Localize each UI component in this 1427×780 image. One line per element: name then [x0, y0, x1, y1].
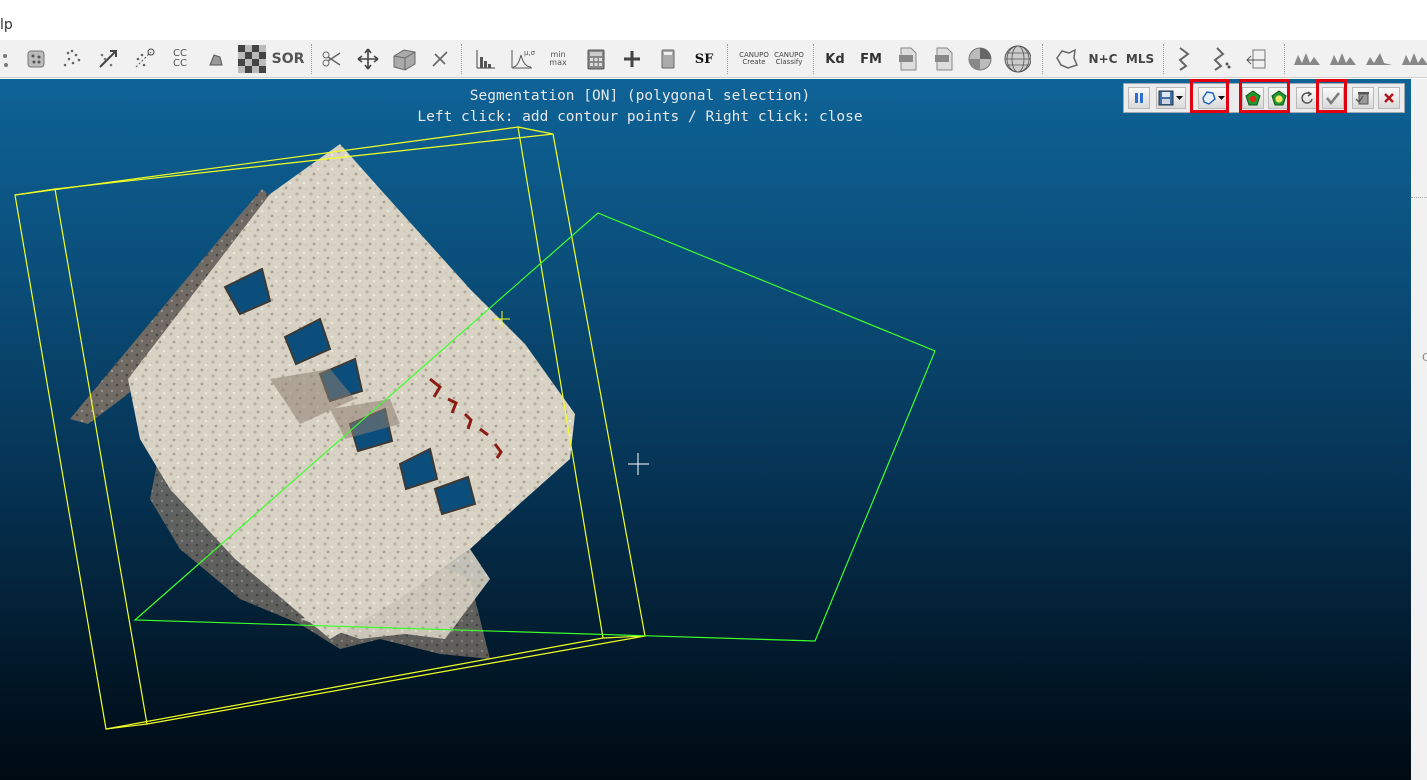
box-icon[interactable]	[390, 45, 418, 73]
mesh-tool-icon[interactable]	[202, 45, 230, 73]
calculator-icon[interactable]	[654, 45, 682, 73]
segmentation-status: Segmentation [ON] (polygonal selection)	[469, 88, 811, 104]
cancel-icon[interactable]	[1378, 87, 1400, 109]
right-panel-edge: C	[1411, 79, 1427, 780]
checkerboard-icon[interactable]	[238, 45, 266, 73]
histogram-icon[interactable]	[472, 45, 500, 73]
add-icon[interactable]	[618, 45, 646, 73]
main-toolbar: CC CC SOR μ,σ min max SF CANUPO Create C…	[0, 40, 1427, 78]
segmentation-hint: Left click: add contour points / Right c…	[417, 109, 863, 125]
export-csv-icon[interactable]	[930, 45, 958, 73]
cloud-distance-icon[interactable]	[130, 45, 158, 73]
highlight-confirm-tool	[1316, 79, 1347, 113]
view-side-icon[interactable]	[1364, 45, 1392, 73]
globe-grid-icon[interactable]	[1003, 45, 1031, 73]
subsample-icon[interactable]	[22, 45, 50, 73]
panel-divider	[1411, 197, 1427, 198]
highlight-segment-tools	[1239, 79, 1290, 113]
highlight-polygon-tool	[1190, 79, 1229, 113]
export-shp-icon[interactable]	[894, 45, 922, 73]
canupo-classify-icon[interactable]: CANUPO Classify	[772, 45, 806, 73]
toolbar-separator	[311, 44, 312, 74]
panel-edge-label: C	[1422, 351, 1427, 364]
cloud-compare-icon[interactable]: CC CC	[166, 45, 194, 73]
3d-viewport[interactable]: Segmentation [ON] (polygonal selection) …	[0, 79, 1411, 780]
kd-tree-icon[interactable]: Kd	[821, 45, 849, 73]
facet-fm-icon[interactable]: FM	[857, 45, 885, 73]
toolbar-separator	[813, 44, 814, 74]
calculator-stats-icon[interactable]	[582, 45, 610, 73]
menu-help[interactable]: lp	[0, 17, 13, 33]
menu-bar: lp	[0, 0, 1427, 40]
svg-text:μ,σ: μ,σ	[524, 49, 535, 57]
toolbar-separator	[1042, 44, 1043, 74]
slice-icon[interactable]	[1244, 45, 1272, 73]
min-max-icon[interactable]: min max	[544, 45, 572, 73]
pause-icon[interactable]	[1128, 87, 1150, 109]
scissors-icon[interactable]	[318, 45, 346, 73]
view-other-icon[interactable]	[1400, 45, 1427, 73]
toolbar-separator	[1163, 44, 1164, 74]
toolbar-separator	[727, 44, 728, 74]
scalar-field-icon[interactable]: SF	[690, 45, 718, 73]
pick-points-icon[interactable]	[426, 45, 454, 73]
translate-rotate-icon[interactable]	[354, 45, 382, 73]
sor-filter-icon[interactable]: SOR	[272, 45, 305, 73]
clone-icon[interactable]	[0, 45, 14, 73]
save-icon[interactable]	[1156, 87, 1186, 109]
building-point-cloud	[70, 144, 575, 659]
toolbar-separator	[461, 44, 462, 74]
mls-smooth-icon[interactable]: MLS	[1125, 45, 1155, 73]
profile-icon[interactable]	[1170, 45, 1198, 73]
connected-components-icon[interactable]	[1052, 45, 1080, 73]
reset-icon[interactable]	[1296, 87, 1318, 109]
scale-cloud-icon[interactable]	[94, 45, 122, 73]
view-front-icon[interactable]	[1292, 45, 1320, 73]
stereogram-icon[interactable]	[966, 45, 994, 73]
canupo-create-icon[interactable]: CANUPO Create	[737, 45, 771, 73]
confirm-delete-icon[interactable]	[1352, 87, 1374, 109]
noise-filter-icon[interactable]	[58, 45, 86, 73]
view-back-icon[interactable]	[1328, 45, 1356, 73]
gaussian-fit-icon[interactable]: μ,σ	[508, 45, 536, 73]
normals-compute-icon[interactable]: N+C	[1088, 45, 1118, 73]
toolbar-separator	[1284, 44, 1285, 74]
mouse-crosshair	[628, 453, 649, 475]
point-cloud-scene[interactable]	[0, 79, 1411, 780]
section-icon[interactable]	[1206, 45, 1234, 73]
